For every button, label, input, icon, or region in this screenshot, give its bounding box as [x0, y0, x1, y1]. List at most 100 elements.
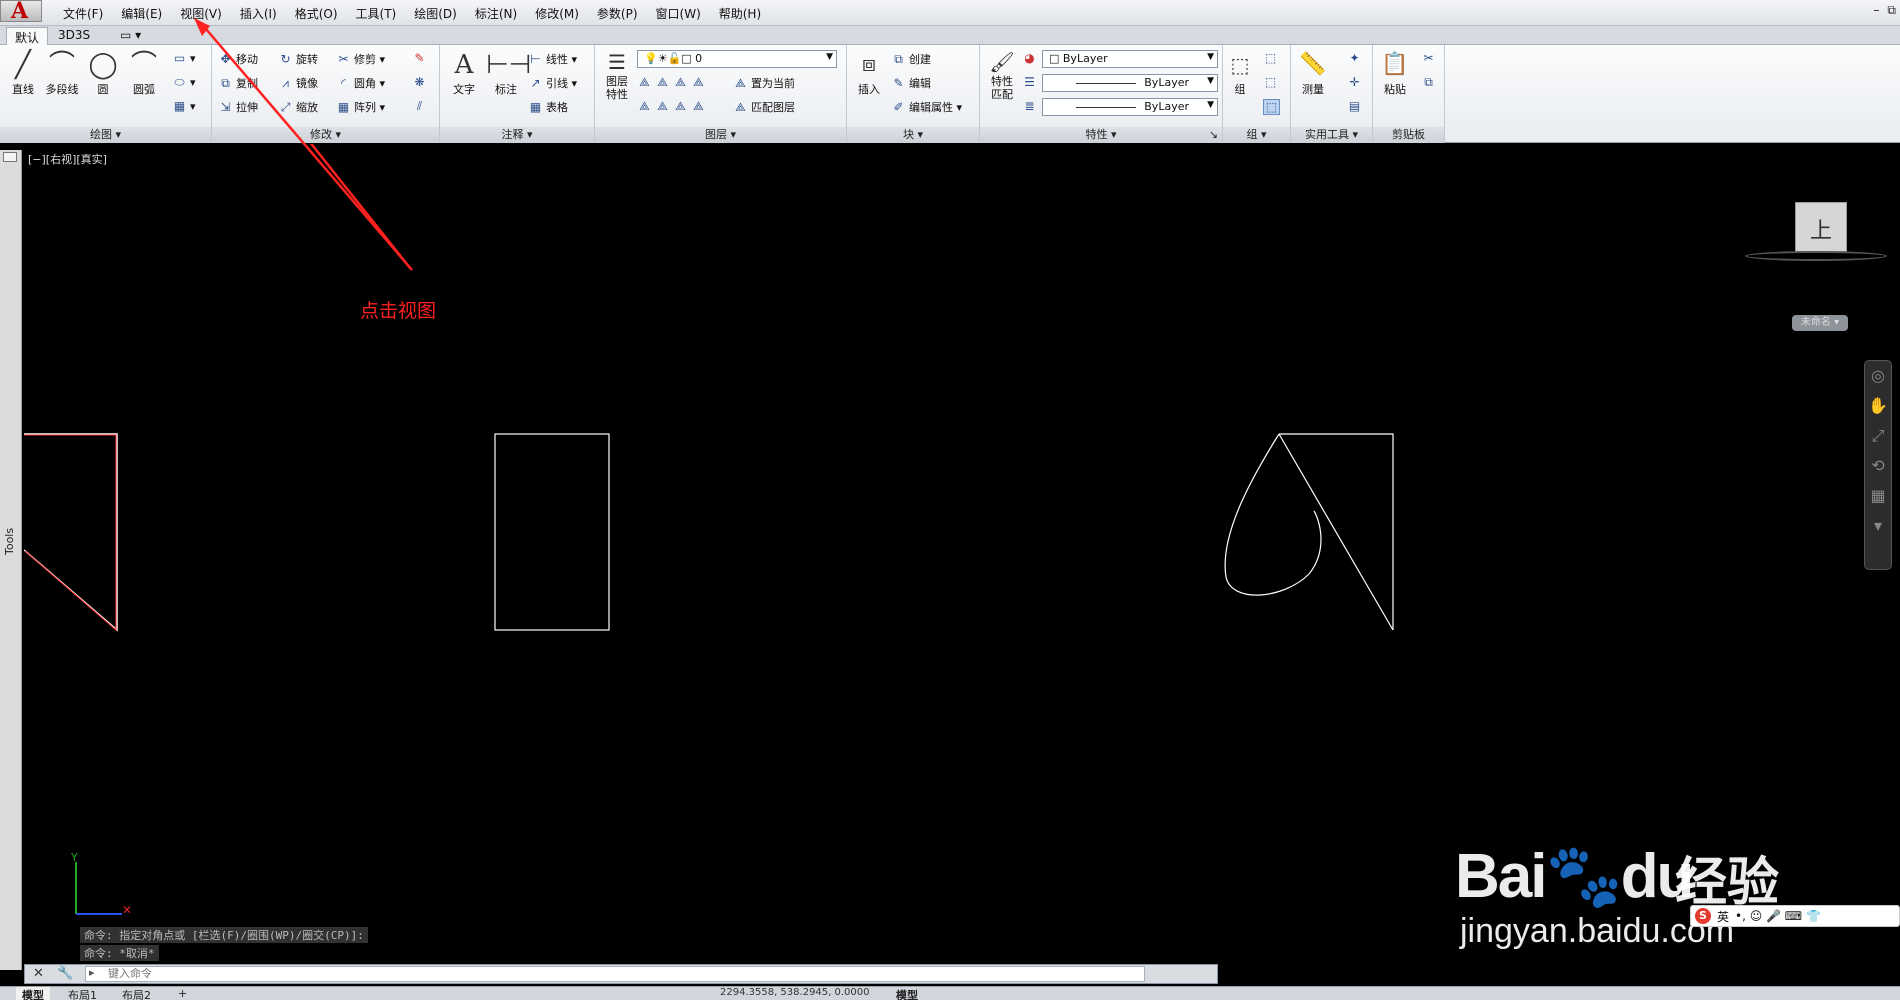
steering-wheel-icon[interactable]: ◎ — [1865, 361, 1891, 391]
point-icon: ✛ — [1349, 75, 1360, 89]
panel-properties: 🖌 特性 匹配 ◕ □ ByLayer ▼ ☰ ByLayer ▼ ≣ ByLayer… — [980, 45, 1223, 143]
layer-dropdown[interactable]: 💡☀🔓□ 0 ▼ — [637, 50, 837, 68]
create-block-button[interactable]: ⧉ 创建 — [891, 51, 931, 67]
edit-attributes-button[interactable]: ✐ 编辑属性 ▾ — [891, 99, 962, 115]
ime-tools[interactable]: •, ☺ 🎤 ⌨ 👕 — [1735, 909, 1821, 923]
edit-block-button[interactable]: ✎ 编辑 — [891, 75, 931, 91]
linetype-dropdown[interactable]: ByLayer ▼ — [1042, 74, 1218, 92]
viewcube-compass-ring[interactable] — [1745, 251, 1887, 261]
command-prompt-icon: ▸ — [89, 966, 95, 979]
tab-default[interactable]: 默认 — [6, 27, 49, 45]
panel-properties-title[interactable]: 特性 ▾ ↘ — [980, 127, 1222, 143]
panel-block-title[interactable]: 块 ▾ — [847, 127, 979, 143]
set-current-icon: ⟁ — [735, 75, 746, 90]
menu-window[interactable]: 窗口(W) — [647, 5, 710, 22]
menu-help[interactable]: 帮助(H) — [710, 5, 770, 22]
arc-button[interactable]: ⌒ 圆弧 — [124, 49, 164, 97]
cut-button[interactable]: ✂ — [1421, 51, 1436, 65]
right-shape-diagonal[interactable] — [1278, 433, 1394, 631]
linear-dim-button[interactable]: ⊢ 线性 ▾ — [528, 51, 577, 67]
panel-groups-title[interactable]: 组 ▾ — [1223, 127, 1290, 143]
measure-button[interactable]: 📏 测量 — [1293, 49, 1333, 97]
add-layout-tab[interactable]: + — [172, 987, 193, 1000]
layer-stack-icon: ☰ — [608, 50, 626, 74]
circle-button[interactable]: ◯ 圆 — [83, 49, 123, 97]
quick-select-button[interactable]: ✦ — [1347, 51, 1362, 65]
chevron-down-icon: ▼ — [826, 52, 833, 62]
line-button[interactable]: ╱ 直线 — [3, 49, 43, 97]
sogou-icon[interactable]: S — [1695, 908, 1711, 924]
panel-draw-title[interactable]: 绘图 ▾ — [0, 127, 211, 143]
panel-utilities-title[interactable]: 实用工具 ▾ — [1291, 127, 1372, 143]
model-space-toggle[interactable]: 模型 — [890, 987, 924, 1000]
hatch-button[interactable]: ▦ ▾ — [172, 99, 196, 113]
insert-block-button[interactable]: ⧈ 插入 — [849, 49, 889, 97]
group-button[interactable]: ⬚ 组 — [1225, 49, 1255, 97]
calculator-button[interactable]: ▤ — [1347, 99, 1362, 113]
dimension-button[interactable]: ⊢⊣ 标注 — [486, 49, 531, 97]
application-menu-button[interactable]: A — [0, 0, 42, 24]
paste-button[interactable]: 📋 粘贴 — [1375, 49, 1415, 97]
group-selection-toggle[interactable]: ⬚ — [1263, 99, 1280, 115]
menu-modify[interactable]: 修改(M) — [526, 5, 588, 22]
viewcube-face-top[interactable]: 上 — [1810, 213, 1832, 245]
ungroup-button[interactable]: ⬚ — [1263, 51, 1278, 65]
polyline-button[interactable]: ⌒ 多段线 — [42, 49, 82, 97]
color-wheel-icon: ◕ — [1024, 51, 1035, 65]
match-layer-button[interactable]: ⟁ 匹配图层 — [733, 99, 795, 115]
wrench-icon[interactable]: 🔧 — [57, 966, 73, 981]
panel-utilities: 📏 测量 ✦ ✛ ▤ 实用工具 ▾ — [1291, 45, 1373, 143]
color-dropdown[interactable]: □ ByLayer ▼ — [1042, 50, 1218, 68]
layer-properties-button[interactable]: ☰ 图层 特性 — [597, 49, 637, 101]
navbar-menu-icon[interactable]: ▾ — [1865, 511, 1891, 541]
viewcube[interactable]: 上 — [1795, 202, 1847, 252]
set-current-layer-button[interactable]: ⟁ 置为当前 — [733, 75, 795, 91]
edit-attributes-icon: ✐ — [893, 100, 904, 114]
zoom-extents-icon[interactable]: ⤢ — [1865, 421, 1891, 451]
tool-palette-strip[interactable]: Tools — [0, 150, 22, 970]
menu-parametric[interactable]: 参数(P) — [588, 5, 647, 22]
right-shape-loop[interactable] — [1224, 433, 1322, 596]
ime-language[interactable]: 英 — [1717, 908, 1729, 925]
palette-close-button[interactable] — [3, 152, 17, 162]
copy-clip-button[interactable]: ⧉ — [1421, 75, 1436, 90]
layout-tab-1[interactable]: 布局1 — [62, 987, 103, 1000]
panel-launcher-icon[interactable]: ↘ — [1209, 127, 1218, 143]
tab-3d3s[interactable]: 3D3S — [50, 27, 98, 45]
point-button[interactable]: ✛ — [1347, 75, 1362, 89]
ime-toolbar[interactable]: S 英 •, ☺ 🎤 ⌨ 👕 — [1690, 905, 1900, 927]
minimize-button[interactable]: – — [1873, 3, 1879, 18]
match-properties-button[interactable]: 🖌 特性 匹配 — [982, 49, 1022, 101]
command-input[interactable] — [85, 966, 1145, 982]
menu-dimension[interactable]: 标注(N) — [466, 5, 526, 22]
group-edit-button[interactable]: ⬚ — [1263, 75, 1278, 89]
leader-button[interactable]: ↗ 引线 ▾ — [528, 75, 577, 91]
close-icon[interactable]: ✕ — [33, 966, 44, 981]
panel-clipboard-title[interactable]: 剪贴板 — [1373, 127, 1444, 143]
table-button[interactable]: ▦ 表格 — [528, 99, 568, 115]
rectangle-shape[interactable] — [494, 433, 610, 631]
menu-edit[interactable]: 编辑(E) — [112, 5, 171, 22]
panel-annotation-title[interactable]: 注释 ▾ — [440, 127, 594, 143]
chevron-down-icon: ▼ — [1207, 76, 1214, 86]
named-view-dropdown[interactable]: 未命名 ▾ — [1792, 315, 1848, 331]
ellipse-button[interactable]: ⬭ ▾ — [172, 75, 195, 90]
orbit-icon[interactable]: ⟲ — [1865, 451, 1891, 481]
rectangle-icon: ▭ — [173, 51, 186, 65]
coordinate-readout[interactable]: 2294.3558, 538.2945, 0.0000 — [720, 987, 870, 998]
pan-hand-icon[interactable]: ✋ — [1865, 391, 1891, 421]
lineweight-dropdown[interactable]: ByLayer ▼ — [1042, 98, 1218, 116]
layer-tools-row1[interactable]: ⟁ ⟁ ⟁ ⟁ — [637, 75, 706, 90]
tab-workspace-toggle[interactable]: ▭ ▾ — [112, 27, 149, 45]
text-button[interactable]: A 文字 — [444, 49, 484, 97]
menu-file[interactable]: 文件(F) — [54, 5, 112, 22]
layer-tools-row2[interactable]: ⟁ ⟁ ⟁ ⟁ — [637, 99, 706, 114]
layout-tab-2[interactable]: 布局2 — [116, 987, 157, 1000]
layout-tab-model[interactable]: 模型 — [16, 987, 50, 1000]
lineweight-icon: ≣ — [1024, 99, 1035, 113]
viewport-controls-label[interactable]: [−][右视][真实] — [28, 151, 107, 167]
restore-button[interactable]: ⧉ — [1887, 3, 1896, 18]
showmotion-icon[interactable]: ▦ — [1865, 481, 1891, 511]
left-shape-polyline[interactable] — [24, 433, 118, 632]
panel-layers-title[interactable]: 图层 ▾ — [595, 127, 846, 143]
